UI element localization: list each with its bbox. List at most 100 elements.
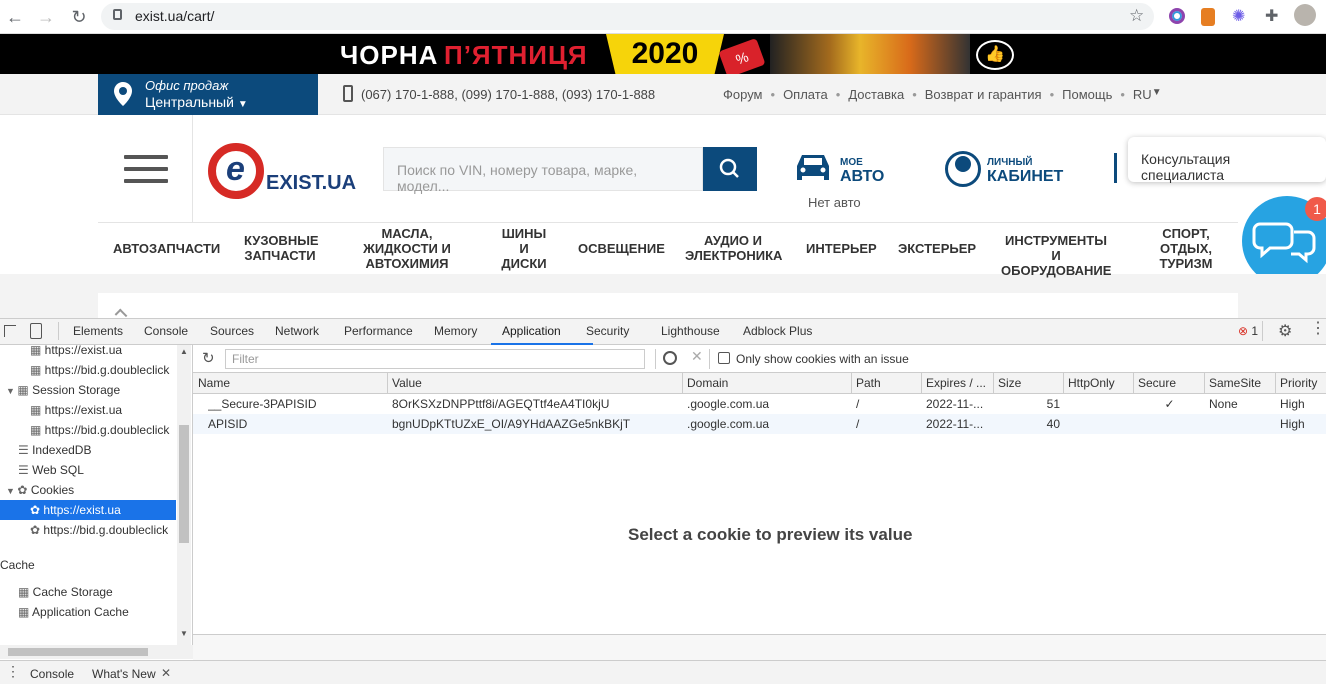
column-header[interactable]: Priority bbox=[1280, 376, 1317, 390]
extension-icon-2[interactable] bbox=[1201, 8, 1215, 26]
bookmark-star-icon[interactable]: ☆ bbox=[1129, 6, 1144, 26]
reload-icon[interactable]: ↻ bbox=[68, 6, 90, 28]
refresh-icon[interactable]: ↻ bbox=[202, 349, 215, 367]
devtools-tab[interactable]: Memory bbox=[434, 324, 477, 338]
top-menu-link[interactable]: Возврат и гарантия bbox=[925, 87, 1042, 102]
search-button[interactable] bbox=[703, 147, 757, 191]
office-value[interactable]: Центральный ▼ bbox=[145, 94, 248, 110]
devtools-tab[interactable]: Security bbox=[586, 324, 629, 338]
devtools-tab[interactable]: Sources bbox=[210, 324, 254, 338]
table-hscrollbar[interactable] bbox=[193, 634, 1326, 660]
category-link[interactable]: АУДИО И ЭЛЕКТРОНИКА bbox=[685, 233, 782, 263]
table-cell-name: APISID bbox=[208, 417, 248, 431]
sidebar-tree-item[interactable]: ☰ IndexedDB bbox=[0, 440, 176, 460]
drawer-tab-console[interactable]: Console bbox=[30, 667, 74, 681]
menu-hamburger-icon[interactable] bbox=[124, 155, 168, 183]
inspect-element-icon[interactable] bbox=[4, 325, 16, 337]
forward-icon[interactable]: → bbox=[35, 6, 57, 28]
sidebar-tree-item[interactable]: ▦ Application Cache bbox=[0, 602, 176, 622]
column-header[interactable]: Domain bbox=[687, 376, 728, 390]
scroll-down-icon[interactable]: ▼ bbox=[180, 629, 188, 638]
account-label[interactable]: КАБИНЕТ bbox=[987, 168, 1063, 186]
top-menu-link[interactable]: Форум bbox=[723, 87, 763, 102]
table-cell-expires: 2022-11-... bbox=[926, 417, 984, 431]
column-header[interactable]: Value bbox=[392, 376, 422, 390]
column-header[interactable]: Secure bbox=[1138, 376, 1176, 390]
tree-expand-icon[interactable]: ▼ bbox=[6, 486, 17, 496]
address-bar[interactable] bbox=[101, 3, 1154, 30]
top-menu-link[interactable]: Помощь bbox=[1062, 87, 1112, 102]
drawer-menu-icon[interactable]: ⋮ bbox=[6, 664, 20, 678]
table-cell-priority: High bbox=[1280, 417, 1305, 431]
top-menu-link[interactable]: RU bbox=[1133, 87, 1152, 102]
sidebar-scroll-thumb[interactable] bbox=[179, 425, 189, 543]
preview-message: Select a cookie to preview its value bbox=[628, 525, 913, 544]
column-header[interactable]: HttpOnly bbox=[1068, 376, 1115, 390]
logo-text[interactable]: EXIST.UA bbox=[266, 172, 356, 195]
delete-selected-icon[interactable]: ✕ bbox=[691, 348, 703, 365]
table-cell-expires: 2022-11-... bbox=[926, 397, 984, 411]
filter-input[interactable]: Filter bbox=[225, 349, 645, 369]
devtools-tab[interactable]: Application bbox=[502, 324, 561, 338]
settings-gear-icon[interactable]: ⚙ bbox=[1278, 321, 1292, 341]
devtools-tab[interactable]: Adblock Plus bbox=[743, 324, 812, 338]
sidebar-tree-item[interactable]: ☰ Web SQL bbox=[0, 460, 176, 480]
consult-tooltip[interactable]: Консультация специалиста bbox=[1128, 137, 1326, 183]
close-icon[interactable]: ✕ bbox=[161, 666, 171, 680]
devtools-tab[interactable]: Elements bbox=[73, 324, 123, 338]
profile-avatar[interactable] bbox=[1294, 4, 1316, 26]
devtools-tab[interactable]: Network bbox=[275, 324, 319, 338]
category-link[interactable]: ИНСТРУМЕНТЫ И ОБОРУДОВАНИЕ bbox=[1001, 233, 1111, 278]
extension-icon[interactable] bbox=[1169, 8, 1185, 24]
sidebar-tree-item[interactable]: ✿ https://bid.g.doubleclick bbox=[0, 520, 176, 540]
sidebar-tree-item[interactable]: ✿ https://exist.ua bbox=[0, 500, 176, 520]
error-counter[interactable]: ⊗ 1 bbox=[1238, 324, 1258, 338]
top-menu-link[interactable]: Доставка bbox=[848, 87, 904, 102]
extensions-puzzle-icon[interactable]: ✚ bbox=[1265, 6, 1278, 26]
clear-all-icon[interactable] bbox=[663, 351, 677, 365]
column-header[interactable]: Size bbox=[998, 376, 1021, 390]
tree-expand-icon[interactable]: ▼ bbox=[6, 386, 17, 396]
drawer-tab-whats-new[interactable]: What's New bbox=[92, 667, 156, 681]
top-menu-link[interactable]: Оплата bbox=[783, 87, 828, 102]
account-label-small[interactable]: ЛИЧНЫЙ bbox=[987, 157, 1032, 168]
more-options-icon[interactable]: ⋮ bbox=[1310, 321, 1326, 337]
category-link[interactable]: ИНТЕРЬЕР bbox=[806, 241, 877, 256]
sidebar-tree-item[interactable]: ▦ https://exist.ua bbox=[0, 340, 176, 360]
sidebar-hscroll-thumb[interactable] bbox=[8, 648, 148, 656]
car-icon[interactable] bbox=[793, 150, 833, 184]
column-header[interactable]: Name bbox=[198, 376, 230, 390]
search-input[interactable]: Поиск по VIN, номеру товара, марке, моде… bbox=[383, 147, 703, 194]
device-toolbar-icon[interactable] bbox=[30, 323, 42, 339]
column-header[interactable]: Expires / ... bbox=[926, 376, 986, 390]
my-car-label-small[interactable]: МОЕ bbox=[840, 157, 863, 168]
sidebar-tree-item[interactable]: ▦ https://bid.g.doubleclick bbox=[0, 420, 176, 440]
category-link[interactable]: МАСЛА, ЖИДКОСТИ И АВТОХИМИЯ bbox=[360, 226, 454, 271]
sidebar-tree-item[interactable]: ▦ https://exist.ua bbox=[0, 400, 176, 420]
sidebar-tree-item[interactable]: ▦ Cache Storage bbox=[0, 582, 176, 602]
cart-icon[interactable] bbox=[1114, 153, 1128, 183]
my-car-label[interactable]: АВТО bbox=[840, 168, 884, 186]
sidebar-tree-item[interactable]: ▦ https://bid.g.doubleclick bbox=[0, 360, 176, 380]
devtools-tab[interactable]: Console bbox=[144, 324, 188, 338]
scroll-up-icon[interactable]: ▲ bbox=[180, 347, 188, 356]
only-issues-checkbox[interactable] bbox=[718, 352, 730, 364]
category-link[interactable]: ОСВЕЩЕНИЕ bbox=[578, 241, 665, 256]
extension-icon-3[interactable]: ✺ bbox=[1232, 6, 1245, 26]
category-link[interactable]: АВТОЗАПЧАСТИ bbox=[113, 241, 220, 256]
devtools-tab[interactable]: Performance bbox=[344, 324, 413, 338]
chevron-down-icon[interactable]: ▼ bbox=[1152, 87, 1162, 102]
category-link[interactable]: КУЗОВНЫЕ ЗАПЧАСТИ bbox=[244, 233, 319, 263]
category-link[interactable]: ШИНЫ И ДИСКИ bbox=[500, 226, 548, 271]
column-header[interactable]: Path bbox=[856, 376, 881, 390]
error-icon: ⊗ bbox=[1238, 324, 1249, 338]
sidebar-tree-item[interactable]: ▼ ✿ Cookies bbox=[0, 480, 176, 500]
category-link[interactable]: ЭКСТЕРЬЕР bbox=[898, 241, 976, 256]
devtools-tab[interactable]: Lighthouse bbox=[661, 324, 720, 338]
my-car-status: Нет авто bbox=[808, 195, 861, 210]
back-icon[interactable]: ← bbox=[4, 6, 26, 28]
column-header[interactable]: SameSite bbox=[1209, 376, 1261, 390]
category-link[interactable]: СПОРТ, ОТДЫХ, ТУРИЗМ bbox=[1158, 226, 1214, 271]
sidebar-tree-item[interactable]: ▼ ▦ Session Storage bbox=[0, 380, 176, 400]
url-text[interactable]: exist.ua/cart/ bbox=[135, 8, 214, 24]
